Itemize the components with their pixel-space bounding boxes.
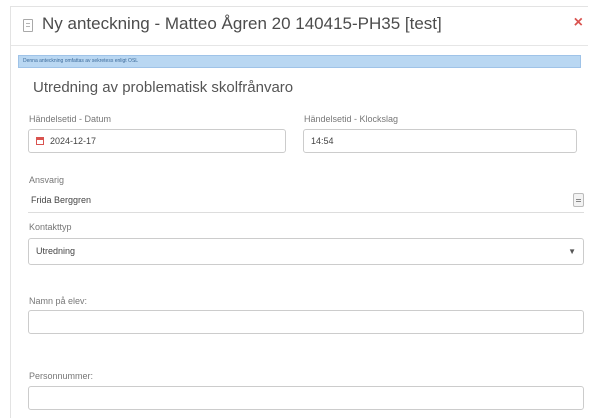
dialog-title: Ny anteckning - Matteo Ågren 20 140415-P…	[42, 14, 442, 33]
time-field[interactable]: 14:54	[303, 129, 577, 153]
dialog-titlebar: Ny anteckning - Matteo Ågren 20 140415-P…	[11, 7, 588, 46]
time-value: 14:54	[311, 136, 334, 146]
date-field[interactable]: 2024-12-17	[28, 129, 286, 153]
close-button[interactable]: ×	[574, 14, 583, 32]
responsible-label: Ansvarig	[29, 175, 65, 185]
date-label: Händelsetid - Datum	[29, 114, 112, 124]
date-value: 2024-12-17	[50, 136, 97, 146]
calendar-icon[interactable]	[36, 136, 44, 145]
form-heading: Utredning av problematisk skolfrånvaro	[33, 79, 294, 96]
student-name-label: Namn på elev:	[29, 296, 88, 306]
document-icon	[23, 19, 33, 32]
responsible-field[interactable]: Frida Berggren	[28, 189, 584, 213]
contact-type-value: Utredning	[36, 246, 76, 256]
contact-type-select[interactable]: Utredning ▼	[28, 238, 584, 265]
lookup-icon[interactable]	[573, 193, 584, 207]
responsible-value: Frida Berggren	[31, 195, 92, 205]
time-label: Händelsetid - Klockslag	[304, 114, 399, 124]
chevron-down-icon: ▼	[568, 247, 576, 256]
personal-number-label: Personnummer:	[29, 371, 94, 381]
student-name-input[interactable]	[28, 310, 584, 334]
note-dialog: Ny anteckning - Matteo Ågren 20 140415-P…	[10, 6, 588, 418]
info-banner: Denna anteckning omfattas av sekretess e…	[18, 55, 581, 68]
contact-type-label: Kontakttyp	[29, 222, 72, 232]
personal-number-input[interactable]	[28, 386, 584, 410]
